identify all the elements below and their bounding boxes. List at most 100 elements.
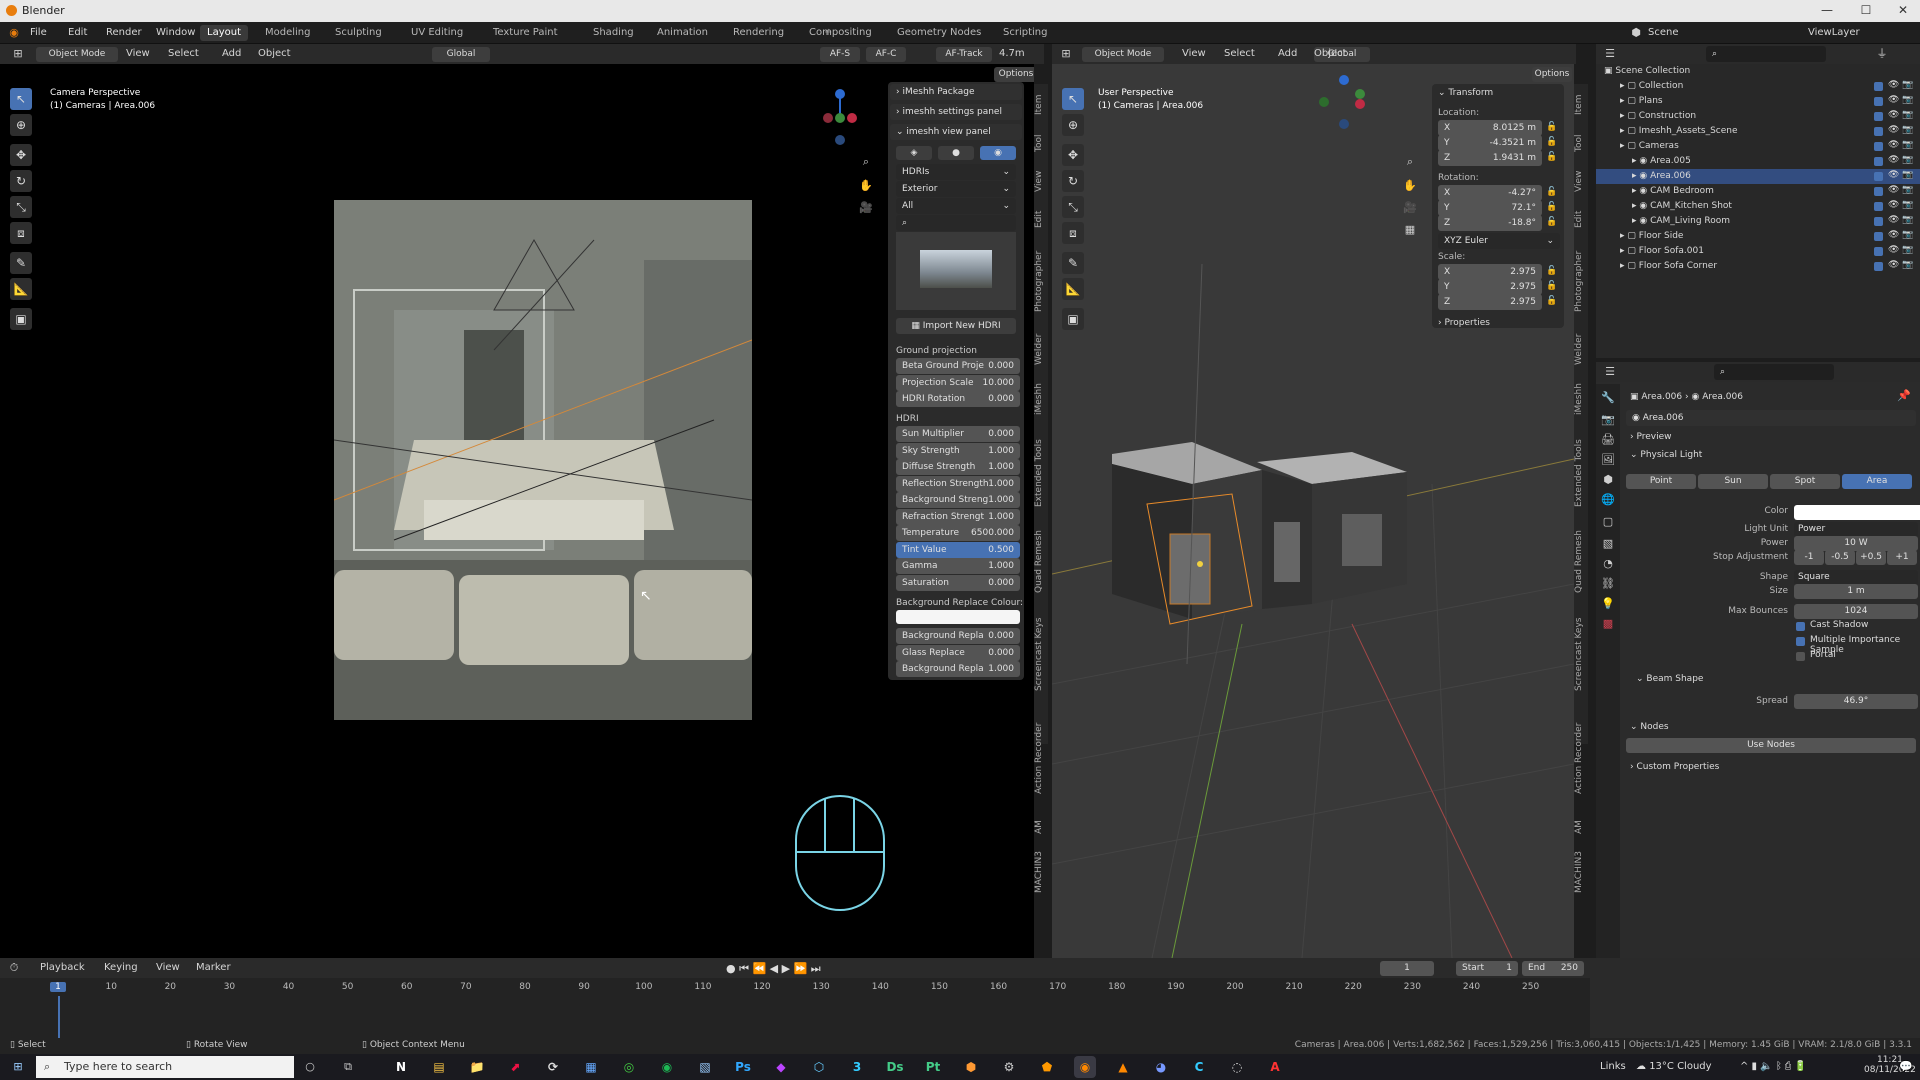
preview-panel[interactable]: › Preview bbox=[1630, 432, 1672, 442]
exclude-checkbox[interactable] bbox=[1874, 262, 1883, 271]
imeshh-field-saturation[interactable]: Saturation 0.000 bbox=[896, 574, 1020, 591]
measure-tool-icon[interactable]: 📐 bbox=[10, 278, 32, 300]
visibility-eye-icon[interactable]: 👁 bbox=[1888, 260, 1899, 270]
right-menu-view[interactable]: View bbox=[1182, 48, 1206, 59]
sidebar-tab-quad-remesh[interactable]: Quad Remesh bbox=[1034, 524, 1048, 600]
collection-tab-icon[interactable]: ▢ bbox=[1600, 514, 1616, 530]
sidebar-tab-action-recorder[interactable]: Action Recorder bbox=[1034, 708, 1048, 808]
start-frame-field[interactable]: Start 1 bbox=[1456, 961, 1518, 976]
imeshh-materials-tab[interactable]: ● bbox=[938, 146, 974, 160]
visibility-eye-icon[interactable]: 👁 bbox=[1888, 185, 1899, 195]
lock-icon[interactable]: 🔓 bbox=[1546, 187, 1557, 197]
imeshh-package-panel[interactable]: › iMeshh Package bbox=[890, 84, 1022, 100]
light-color-swatch[interactable] bbox=[1794, 505, 1920, 520]
weather-widget[interactable]: ☁ 13°C Cloudy bbox=[1636, 1061, 1712, 1072]
scale-y-field[interactable]: Y 2.975 bbox=[1438, 279, 1542, 295]
chrome-icon[interactable]: ◎ bbox=[618, 1056, 640, 1078]
portal-checkbox[interactable] bbox=[1796, 652, 1805, 661]
cast-shadow-checkbox[interactable] bbox=[1796, 622, 1805, 631]
render-camera-icon[interactable]: 📷 bbox=[1902, 260, 1913, 270]
explorer-icon[interactable]: ▤ bbox=[428, 1056, 450, 1078]
annotate-tool-icon[interactable]: ✎ bbox=[10, 252, 32, 274]
light-type-area[interactable]: Area bbox=[1842, 474, 1912, 489]
exclude-checkbox[interactable] bbox=[1874, 157, 1883, 166]
outliner-row[interactable]: ▸ ▢ Collection bbox=[1596, 79, 1920, 94]
spotify-icon[interactable]: ◉ bbox=[656, 1056, 678, 1078]
render-camera-icon[interactable]: 📷 bbox=[1902, 140, 1913, 150]
imeshh-filter-select[interactable]: All ⌄ bbox=[896, 198, 1016, 214]
mis-checkbox[interactable] bbox=[1796, 637, 1805, 646]
grid-toggle-icon[interactable]: ▦ bbox=[1402, 222, 1418, 238]
visibility-eye-icon[interactable]: 👁 bbox=[1888, 140, 1899, 150]
imeshh-field-diffuse-strength[interactable]: Diffuse Strength 1.000 bbox=[896, 459, 1020, 475]
select-tool-icon[interactable]: ↖ bbox=[10, 88, 32, 110]
menu-render[interactable]: Render bbox=[106, 27, 142, 38]
transform-title[interactable]: ⌄ Transform bbox=[1438, 88, 1493, 98]
physics-tab-icon[interactable]: ◔ bbox=[1600, 556, 1616, 572]
playhead[interactable] bbox=[58, 996, 60, 1038]
imeshh-field-tint-value[interactable]: Tint Value 0.500 bbox=[896, 541, 1020, 558]
rotation-y-field[interactable]: Y 72.1° bbox=[1438, 200, 1542, 216]
timeline-menu-view[interactable]: View bbox=[156, 962, 180, 973]
exclude-checkbox[interactable] bbox=[1874, 202, 1883, 211]
imeshh-field-sun-multiplier[interactable]: Sun Multiplier 0.000 bbox=[896, 426, 1020, 442]
imeshh-field-beta-ground-proje[interactable]: Beta Ground Proje 0.000 bbox=[896, 358, 1020, 374]
tab-layout[interactable]: Layout bbox=[200, 25, 248, 41]
pan-hand-icon[interactable]: ✋ bbox=[1402, 178, 1418, 194]
current-frame-field[interactable]: 1 bbox=[1380, 961, 1434, 976]
imeshh-field-refraction-strengt[interactable]: Refraction Strengt 1.000 bbox=[896, 508, 1020, 525]
custom-properties-panel[interactable]: › Custom Properties bbox=[1630, 762, 1719, 772]
photoshop-icon[interactable]: Ps bbox=[732, 1056, 754, 1078]
stop-3-button[interactable]: +1 bbox=[1887, 550, 1917, 565]
pan-hand-icon[interactable]: ✋ bbox=[858, 178, 874, 194]
visibility-eye-icon[interactable]: 👁 bbox=[1888, 215, 1899, 225]
scene-collection-row[interactable]: ▣ Scene Collection bbox=[1604, 64, 1914, 79]
imeshh-models-tab[interactable]: ◈ bbox=[896, 146, 932, 160]
imeshh-field-temperature[interactable]: Temperature 6500.000 bbox=[896, 525, 1020, 541]
notifications-icon[interactable]: 💬 bbox=[1898, 1059, 1914, 1075]
properties-subpanel[interactable]: › Properties bbox=[1438, 318, 1490, 328]
left-options-button[interactable]: Options bbox=[994, 67, 1034, 82]
left-orientation-select[interactable]: Global bbox=[432, 47, 490, 62]
maximize-icon[interactable]: ☐ bbox=[1853, 3, 1879, 19]
location-y-field[interactable]: Y -4.3521 m bbox=[1438, 135, 1542, 151]
outliner-editor-icon[interactable]: ☰ bbox=[1602, 46, 1618, 62]
move-tool-icon[interactable]: ✥ bbox=[10, 144, 32, 166]
imeshh-field-gamma[interactable]: Gamma 1.000 bbox=[896, 558, 1020, 574]
sidebar-tab-quad-remesh[interactable]: Quad Remesh bbox=[1574, 524, 1588, 600]
af-s-button[interactable]: AF-S bbox=[820, 47, 860, 62]
app-icon[interactable]: ⬈ bbox=[504, 1056, 526, 1078]
outliner-row[interactable]: ▸ ▢ Floor Side bbox=[1596, 229, 1920, 244]
pin-icon[interactable]: 📌 bbox=[1896, 388, 1912, 404]
windows-start-icon[interactable]: ⊞ bbox=[10, 1059, 26, 1075]
app-icon[interactable]: ⬡ bbox=[808, 1056, 830, 1078]
tray-icons[interactable]: ^ ▮ 🔈 ᛒ ⎙ 🔋 bbox=[1740, 1061, 1807, 1072]
size-field[interactable]: 1 m bbox=[1794, 584, 1918, 599]
lock-icon[interactable]: 🔓 bbox=[1546, 122, 1557, 132]
tab-uv-editing[interactable]: UV Editing bbox=[404, 25, 470, 41]
taskbar-links[interactable]: Links bbox=[1600, 1061, 1626, 1072]
sidebar-tab-imeshh[interactable]: iMeshh bbox=[1034, 376, 1048, 422]
imeshh-category-select[interactable]: HDRIs ⌄ bbox=[896, 164, 1016, 180]
app-icon[interactable]: ◌ bbox=[1226, 1056, 1248, 1078]
lock-icon[interactable]: 🔓 bbox=[1546, 217, 1557, 227]
sidebar-tab-tool[interactable]: Tool bbox=[1034, 126, 1048, 160]
exclude-checkbox[interactable] bbox=[1874, 82, 1883, 91]
sidebar-tab-photographer[interactable]: Photographer bbox=[1574, 240, 1588, 322]
outliner-row[interactable]: ▸ ▢ Imeshh_Assets_Scene bbox=[1596, 124, 1920, 139]
app-icon[interactable]: C bbox=[1188, 1056, 1210, 1078]
light-unit-select[interactable]: Power bbox=[1794, 522, 1918, 537]
menu-edit[interactable]: Edit bbox=[68, 27, 87, 38]
sidebar-tab-screencast-keys[interactable]: Screencast Keys bbox=[1034, 604, 1048, 704]
cortana-icon[interactable]: ○ bbox=[302, 1059, 318, 1075]
navigation-gizmo[interactable] bbox=[812, 86, 868, 146]
visibility-eye-icon[interactable]: 👁 bbox=[1888, 80, 1899, 90]
sidebar-tab-machin3[interactable]: MACHIN3 bbox=[1034, 846, 1048, 898]
beam-shape-panel[interactable]: ⌄ Beam Shape bbox=[1636, 674, 1703, 684]
sidebar-tab-screencast-keys[interactable]: Screencast Keys bbox=[1574, 604, 1588, 704]
app-icon[interactable]: ▧ bbox=[694, 1056, 716, 1078]
add-cube-tool-icon[interactable]: ▣ bbox=[10, 308, 32, 330]
calculator-icon[interactable]: ▦ bbox=[580, 1056, 602, 1078]
light-type-sun[interactable]: Sun bbox=[1698, 474, 1768, 489]
scene-icon[interactable]: ⬢ bbox=[1628, 25, 1644, 41]
